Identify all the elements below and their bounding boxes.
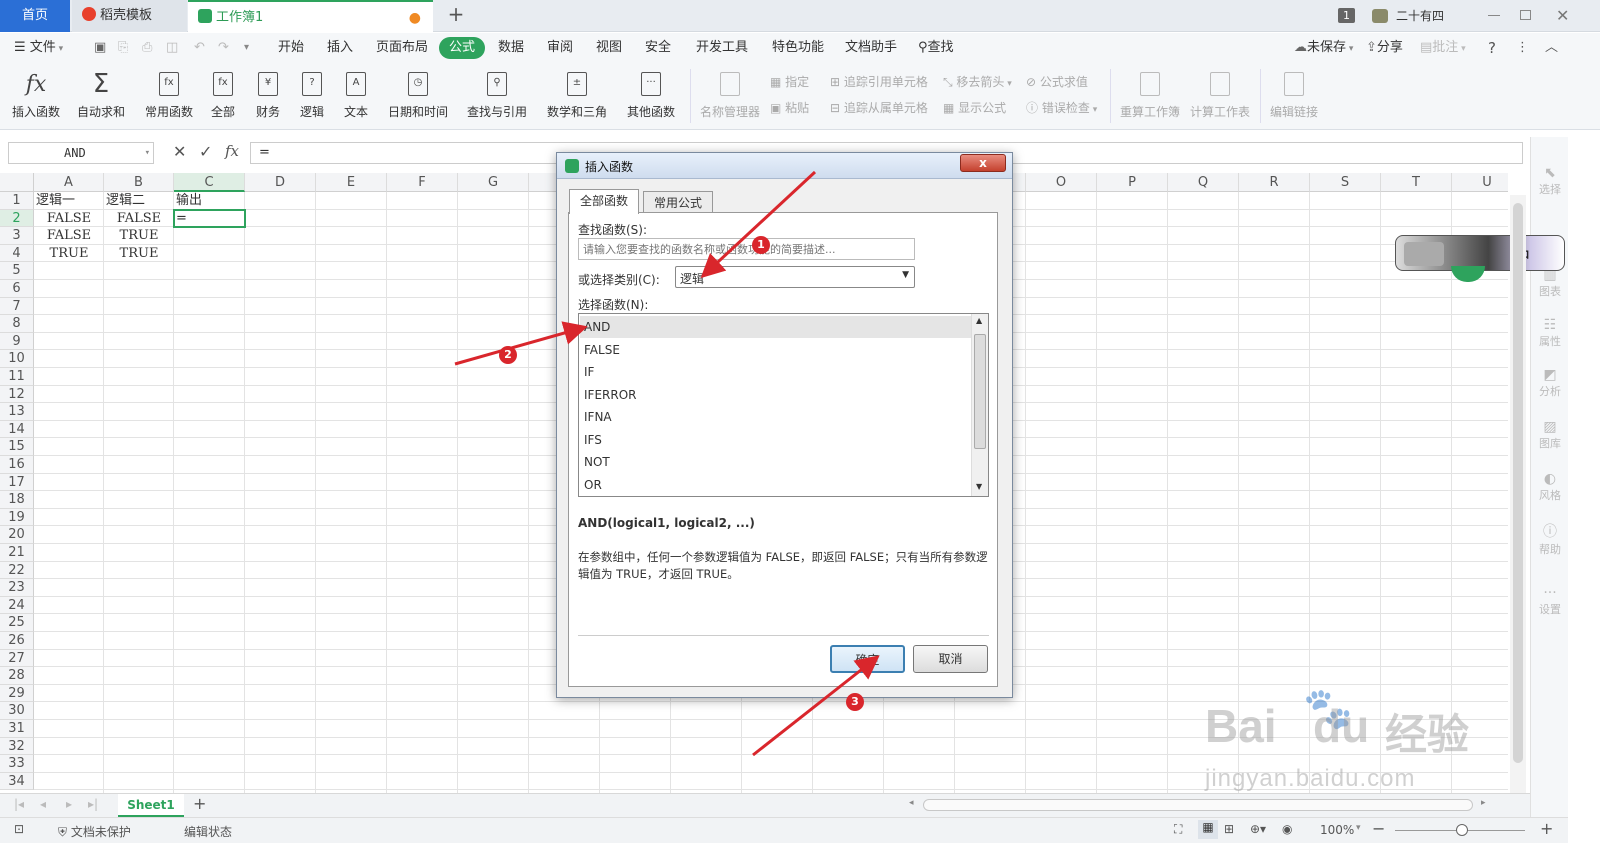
arrow-line-1 — [700, 170, 817, 279]
watermark-cn: 经验 — [1385, 710, 1470, 759]
tab-all-functions[interactable]: 全部函数 — [569, 189, 640, 214]
baidu-watermark: Bai 🐾 du 经验 jingyan.baidu.com — [1205, 686, 1485, 805]
watermark-url: jingyan.baidu.com — [1205, 765, 1416, 792]
annotation-badge-2: 2 — [499, 346, 517, 364]
watermark-du: du — [1313, 700, 1370, 752]
annotation-badge-3: 3 — [846, 693, 864, 711]
watermark-bai: Bai — [1205, 700, 1277, 752]
annotation-badge-1: 1 — [752, 236, 770, 254]
arrow-line-2 — [454, 321, 588, 366]
